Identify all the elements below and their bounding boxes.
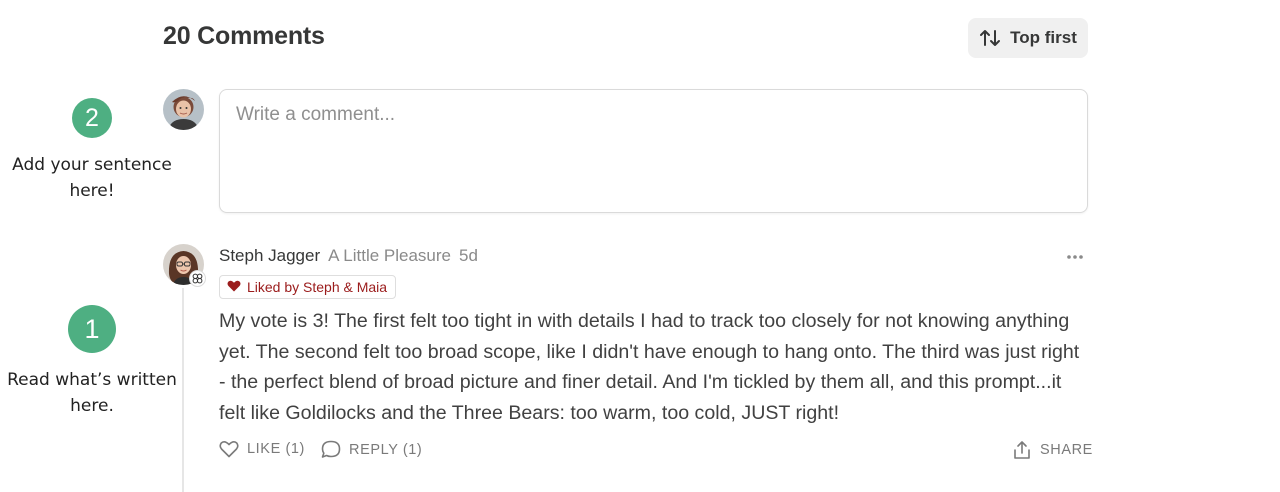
sort-button[interactable]: Top first <box>968 18 1088 58</box>
more-options-icon[interactable] <box>1063 247 1087 267</box>
step-1-note: Read what’s written here. <box>7 370 177 416</box>
share-button[interactable]: SHARE <box>1012 440 1093 460</box>
step-2-note: Add your sentence here! <box>12 155 172 201</box>
comment-age[interactable]: 5d <box>459 246 478 266</box>
comment-body-line: My vote is 3! The first felt too tight i… <box>219 310 1070 332</box>
current-user-avatar[interactable] <box>163 89 204 130</box>
author-publication[interactable]: A Little Pleasure <box>328 246 451 266</box>
reply-label: REPLY (1) <box>349 441 423 458</box>
subscriber-badge-icon <box>189 270 206 287</box>
liked-by-badge: Liked by Steph & Maia <box>219 275 397 299</box>
comment-input[interactable] <box>219 89 1088 213</box>
comment-body-line: yet. The second felt too broad scope, li… <box>219 340 1080 363</box>
heart-outline-icon <box>219 440 239 458</box>
liked-by-text: Liked by Steph & Maia <box>247 279 388 295</box>
speech-bubble-icon <box>321 440 341 459</box>
heart-filled-icon <box>227 279 241 295</box>
sort-label: Top first <box>1010 28 1077 47</box>
comment-body-line: - the perfect blend of broad picture and… <box>219 371 1062 393</box>
comment-body-line: felt like Goldilocks and the Three Bears… <box>219 401 840 424</box>
comment-body: My vote is 3! The first felt too tight i… <box>219 306 1099 428</box>
step-2-badge: 2 <box>72 98 112 138</box>
thread-line <box>182 288 184 492</box>
step-1-badge: 1 <box>68 305 116 353</box>
share-icon <box>1012 440 1032 460</box>
comment-meta: Steph Jagger A Little Pleasure 5d <box>219 246 478 266</box>
share-label: SHARE <box>1040 442 1093 458</box>
like-button[interactable]: LIKE (1) <box>219 440 305 458</box>
sort-arrows-icon <box>979 27 1001 49</box>
comment-author[interactable]: Steph Jagger <box>219 246 320 266</box>
comments-title: 20 Comments <box>163 22 325 50</box>
like-label: LIKE (1) <box>247 441 305 457</box>
reply-button[interactable]: REPLY (1) <box>321 440 422 459</box>
